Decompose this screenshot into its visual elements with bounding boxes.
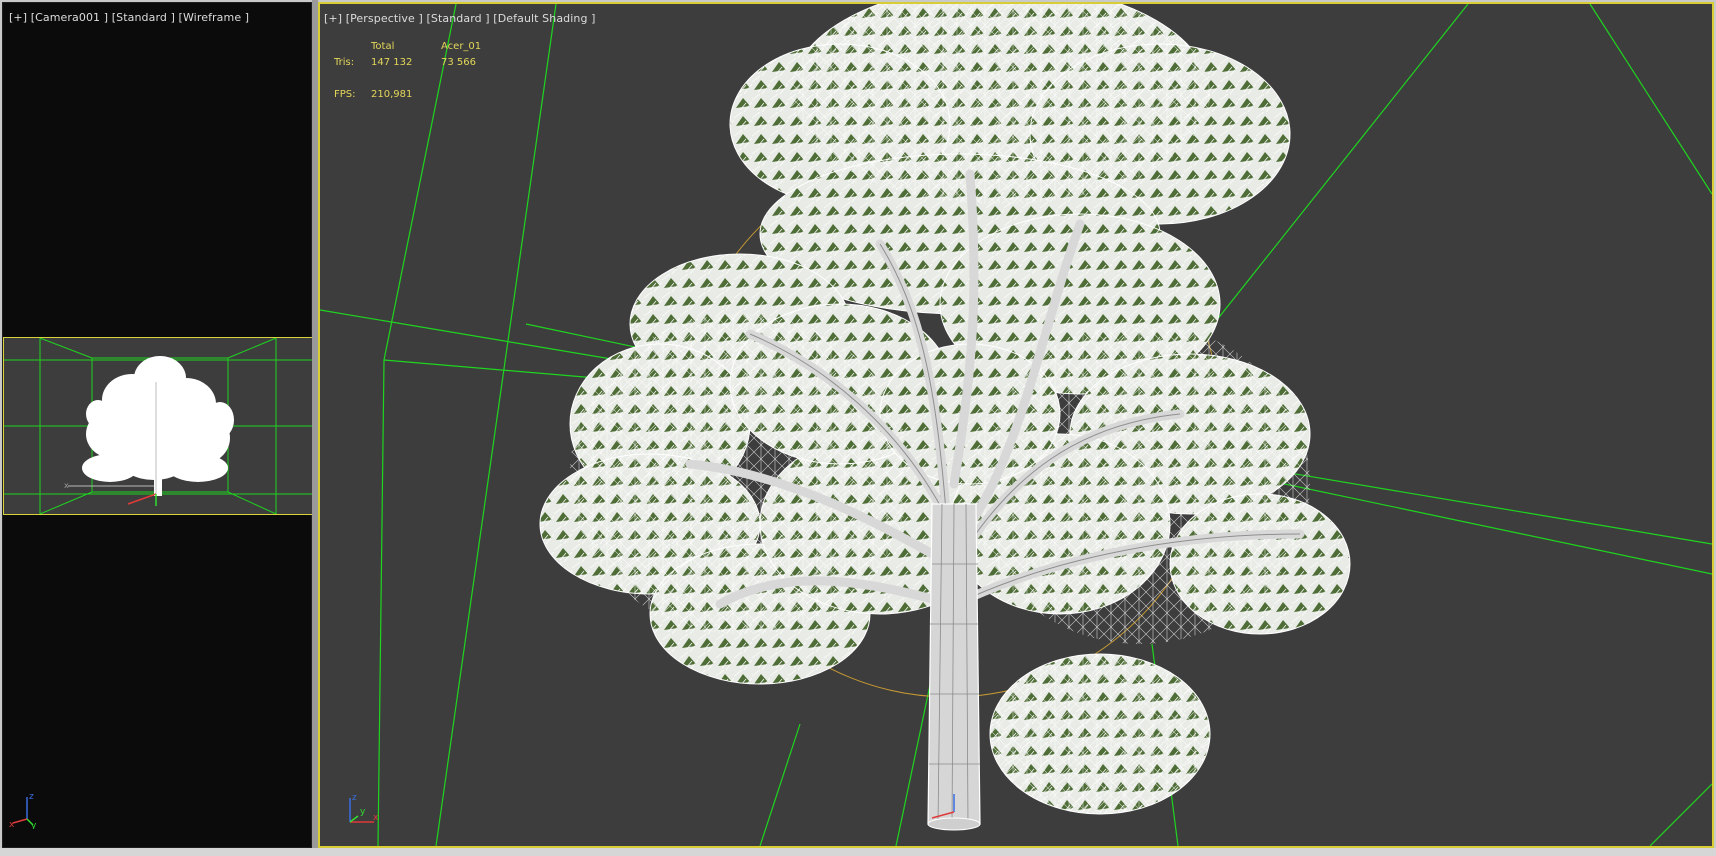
bottom-status-strip (0, 848, 1716, 856)
camera-viewport[interactable]: [+] [Camera001 ] [Standard ] [Wireframe … (2, 2, 313, 848)
tree-trunk (927, 503, 981, 831)
stats-tris-label: Tris: (334, 57, 355, 68)
stats-tris-total: 147 132 (371, 57, 413, 68)
svg-text:x: x (64, 481, 69, 490)
camera-frame-graphic: x (4, 338, 312, 514)
axis-gizmo-icon: z x y (349, 793, 379, 823)
stats-fps-value: 210,981 (371, 89, 413, 100)
stats-fps-label: FPS: (334, 89, 356, 100)
gizmo-z-label: z (29, 792, 34, 802)
axis-gizmo-icon: z x y (9, 792, 37, 829)
gizmo-x-label: x (9, 820, 15, 829)
stats-col-object: Acer_01 (441, 41, 482, 52)
camera-safe-frame: x (3, 337, 313, 515)
gizmo-z-label: z (352, 793, 357, 803)
gizmo-y-label: y (31, 821, 37, 829)
camera-viewport-label[interactable]: [+] [Camera001 ] [Standard ] [Wireframe … (9, 11, 249, 24)
perspective-viewport-label[interactable]: [+] [Perspective ] [Standard ] [Default … (324, 12, 596, 25)
gizmo-y-label: y (360, 807, 366, 817)
gizmo-x-label: x (373, 813, 379, 823)
stats-tris-object: 73 566 (441, 57, 476, 68)
stats-col-total: Total (371, 41, 395, 52)
perspective-viewport[interactable]: [+] [Perspective ] [Standard ] [Default … (318, 2, 1714, 848)
scene-render (320, 4, 1712, 846)
